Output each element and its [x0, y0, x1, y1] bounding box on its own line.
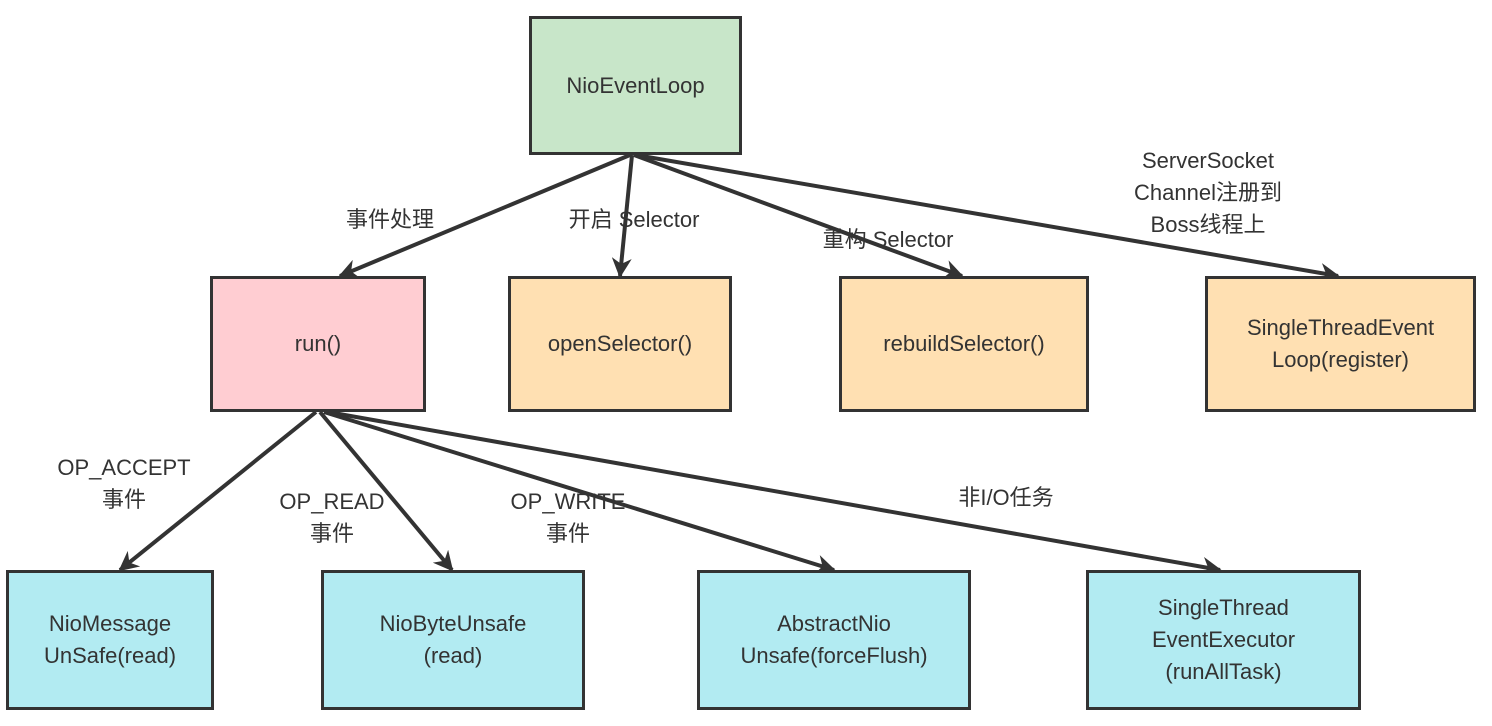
edge-label-event-processing: 事件处理	[345, 207, 435, 232]
node-rebuildselector[interactable]: rebuildSelector()	[839, 276, 1089, 412]
edge-label-op-read: OP_READ 事件	[279, 489, 385, 546]
edge-label-op-write: OP_WRITE 事件	[510, 489, 626, 546]
node-nioeventloop[interactable]: NioEventLoop	[529, 16, 742, 155]
edge-label-register-boss: ServerSocket Channel注册到 Boss线程上	[1134, 148, 1282, 237]
edge-label-op-accept: OP_ACCEPT 事件	[57, 455, 191, 512]
node-singlethreadeventexecutor-runalltask[interactable]: SingleThread EventExecutor (runAllTask)	[1086, 570, 1361, 710]
node-abstractniounsafe[interactable]: AbstractNio Unsafe(forceFlush)	[697, 570, 971, 710]
node-singlethreadeventloop-register[interactable]: SingleThreadEvent Loop(register)	[1205, 276, 1476, 412]
edge-label-non-io-task: 非I/O任务	[958, 485, 1054, 510]
node-openselector[interactable]: openSelector()	[508, 276, 732, 412]
edge-label-open-selector: 开启 Selector	[568, 207, 700, 232]
edge-label-rebuild-selector: 重构 Selector	[822, 227, 954, 252]
node-run[interactable]: run()	[210, 276, 426, 412]
edge-run-runalltask	[327, 410, 1222, 577]
node-niobyteunsafe[interactable]: NioByteUnsafe (read)	[321, 570, 585, 710]
node-niomessageunsafe[interactable]: NioMessage UnSafe(read)	[6, 570, 214, 710]
